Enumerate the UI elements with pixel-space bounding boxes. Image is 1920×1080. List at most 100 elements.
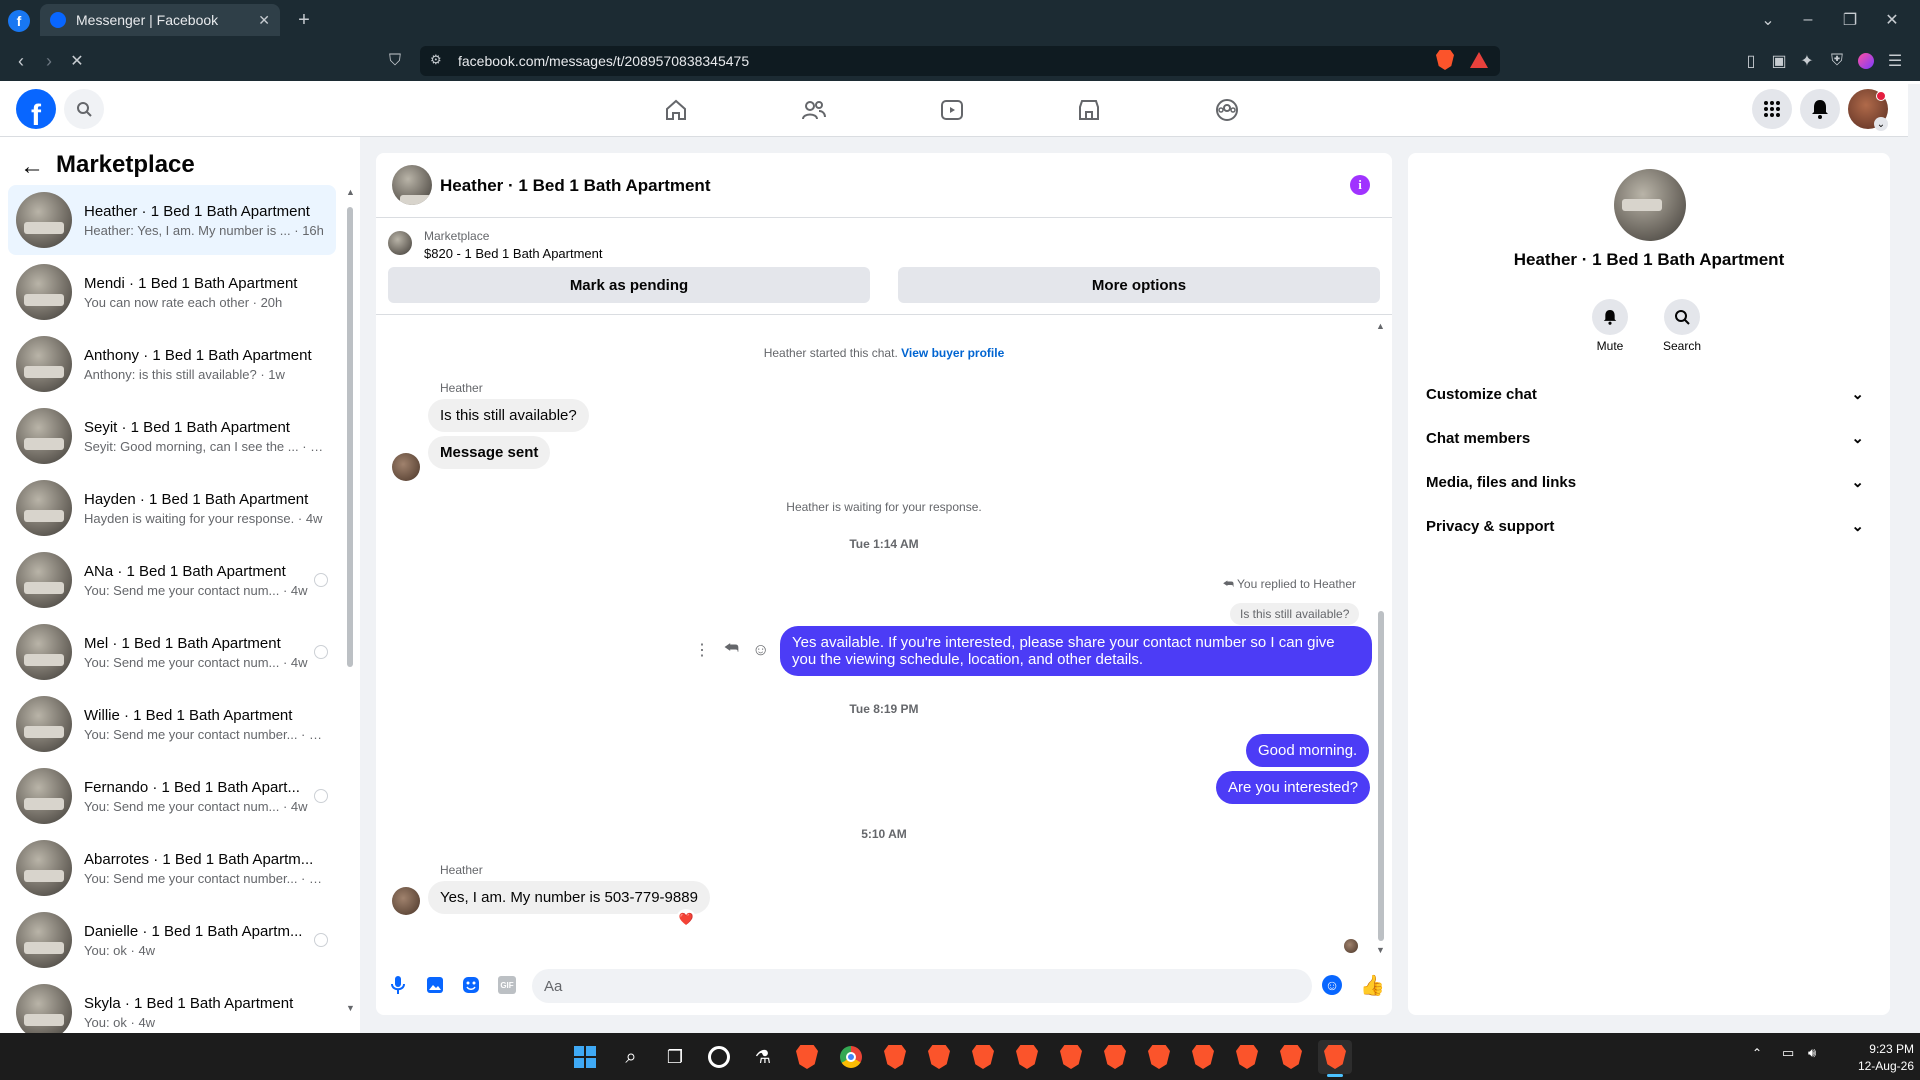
conversation-item[interactable]: Anthony · 1 Bed 1 Bath Apartment Anthony:… <box>8 329 336 399</box>
network-icon[interactable]: ▭ <box>1782 1045 1794 1061</box>
vpn-icon[interactable]: ⛨ <box>1826 50 1848 72</box>
heather-avatar[interactable] <box>392 887 420 915</box>
task-view-icon[interactable]: ❐ <box>658 1040 692 1074</box>
brave-taskbar-icon[interactable] <box>1274 1040 1308 1074</box>
outgoing-message[interactable]: Are you interested? <box>1216 771 1371 804</box>
sidebar-toggle-icon[interactable]: ▯ <box>1740 50 1762 72</box>
scroll-down-icon[interactable]: ▼ <box>1376 945 1385 955</box>
voice-clip-icon[interactable] <box>390 975 406 1000</box>
info-icon[interactable]: i <box>1350 175 1370 195</box>
site-settings-icon[interactable]: ⚙ <box>430 52 442 68</box>
brave-taskbar-icon[interactable] <box>922 1040 956 1074</box>
minimize-icon[interactable]: – <box>1796 8 1820 32</box>
app-icon[interactable]: ⚗ <box>746 1040 780 1074</box>
brave-taskbar-icon[interactable] <box>1098 1040 1132 1074</box>
brave-taskbar-icon[interactable] <box>1230 1040 1264 1074</box>
conversation-item[interactable]: Mel · 1 Bed 1 Bath Apartment You: Send me… <box>8 617 336 687</box>
heart-reaction-icon[interactable]: ❤️ <box>676 909 696 929</box>
restore-icon[interactable]: ❐ <box>1838 8 1862 32</box>
address-bar[interactable]: ⚙ facebook.com/messages/t/20895708383454… <box>420 46 1500 76</box>
conversation-item[interactable]: Mendi · 1 Bed 1 Bath Apartment You can no… <box>8 257 336 327</box>
conversation-item[interactable]: Seyit · 1 Bed 1 Bath Apartment Seyit: Goo… <box>8 401 336 471</box>
customize-chat-section[interactable]: Customize chat ⌄ <box>1424 374 1874 414</box>
reply-action-icon[interactable]: ⮪ <box>724 640 739 658</box>
outgoing-message[interactable]: Yes available. If you're interested, ple… <box>780 626 1372 676</box>
tray-chevron-icon[interactable]: ⌃ <box>1752 1046 1762 1060</box>
profile-browser-icon[interactable] <box>1858 53 1874 69</box>
tab-list-chevron-icon[interactable]: ⌄ <box>1756 8 1780 32</box>
taskbar-date[interactable]: 12-Aug-26 <box>1836 1059 1914 1073</box>
privacy-support-section[interactable]: Privacy & support ⌄ <box>1424 506 1874 546</box>
scroll-down-icon[interactable]: ▼ <box>346 1003 355 1013</box>
brave-taskbar-icon[interactable] <box>1142 1040 1176 1074</box>
forward-icon[interactable]: › <box>38 50 60 72</box>
conversation-item[interactable]: ANa · 1 Bed 1 Bath Apartment You: Send me… <box>8 545 336 615</box>
facebook-tab-icon[interactable]: f <box>8 10 30 32</box>
brave-taskbar-icon[interactable] <box>1054 1040 1088 1074</box>
back-arrow-icon[interactable]: ← <box>20 153 44 181</box>
emoji-icon[interactable]: ☺ <box>1322 975 1342 995</box>
conversation-item[interactable]: Hayden · 1 Bed 1 Bath Apartment Hayden is… <box>8 473 336 543</box>
stop-loading-icon[interactable]: ✕ <box>66 50 88 72</box>
message-input[interactable]: Aa <box>532 969 1312 1003</box>
chat-header-title[interactable]: Heather · 1 Bed 1 Bath Apartment <box>440 176 710 196</box>
new-tab-icon[interactable]: + <box>292 8 316 32</box>
leo-ai-icon[interactable]: ✦ <box>1796 50 1818 72</box>
incoming-message[interactable]: Yes, I am. My number is 503-779-9889 <box>428 881 710 914</box>
volume-icon[interactable]: 🔊︎ <box>1808 1045 1816 1061</box>
back-icon[interactable]: ‹ <box>10 50 32 72</box>
account-chevron-icon[interactable]: ⌄ <box>1874 117 1888 131</box>
search-button[interactable] <box>64 89 104 129</box>
start-icon[interactable] <box>568 1040 602 1074</box>
sidebar-scroll-thumb[interactable] <box>347 207 353 667</box>
sticker-icon[interactable] <box>462 976 480 999</box>
search-in-chat-button[interactable] <box>1664 299 1700 335</box>
chrome-taskbar-icon[interactable] <box>834 1040 868 1074</box>
brave-taskbar-icon[interactable] <box>878 1040 912 1074</box>
mute-button[interactable] <box>1592 299 1628 335</box>
gif-icon[interactable]: GIF <box>498 976 516 994</box>
scroll-up-icon[interactable]: ▲ <box>346 187 355 197</box>
page-scrollbar[interactable] <box>1908 84 1920 1034</box>
more-actions-icon[interactable]: ⋮ <box>694 640 710 660</box>
chat-header-avatar[interactable] <box>392 165 432 205</box>
chat-scrollbar[interactable]: ▲ ▼ <box>1376 321 1386 961</box>
conversation-item[interactable]: Abarrotes · 1 Bed 1 Bath Apartm... You: S… <box>8 833 336 903</box>
view-buyer-profile-link[interactable]: View buyer profile <box>901 346 1004 360</box>
brave-taskbar-icon[interactable] <box>1186 1040 1220 1074</box>
photo-icon[interactable] <box>426 976 444 999</box>
brave-taskbar-icon[interactable] <box>966 1040 1000 1074</box>
browser-tab[interactable]: Messenger | Facebook ✕ <box>40 4 280 36</box>
mark-as-pending-button[interactable]: Mark as pending <box>388 267 870 303</box>
brave-taskbar-icon-active[interactable] <box>1318 1040 1352 1074</box>
close-tab-icon[interactable]: ✕ <box>258 12 270 29</box>
react-emoji-icon[interactable]: ☺ <box>752 640 769 660</box>
listing-detail[interactable]: $820 - 1 Bed 1 Bath Apartment <box>424 246 603 261</box>
notifications-button[interactable] <box>1800 89 1840 129</box>
taskbar-search-icon[interactable]: ⌕ <box>614 1040 648 1074</box>
quoted-message[interactable]: Is this still available? <box>1230 603 1360 625</box>
conversation-item[interactable]: Danielle · 1 Bed 1 Bath Apartm... You: ok… <box>8 905 336 975</box>
listing-thumbnail[interactable] <box>388 231 412 255</box>
conversation-item[interactable]: Willie · 1 Bed 1 Bath Apartment You: Send… <box>8 689 336 759</box>
nav-marketplace[interactable] <box>1033 90 1145 130</box>
brave-taskbar-icon[interactable] <box>790 1040 824 1074</box>
more-options-button[interactable]: More options <box>898 267 1380 303</box>
nav-groups[interactable] <box>1171 90 1283 130</box>
details-avatar[interactable] <box>1614 169 1686 241</box>
facebook-logo-icon[interactable]: f <box>16 89 56 129</box>
chat-scroll-thumb[interactable] <box>1378 611 1384 941</box>
taskbar-time[interactable]: 9:23 PM <box>1836 1042 1914 1056</box>
conversation-item[interactable]: Heather · 1 Bed 1 Bath Apartment Heather:… <box>8 185 336 255</box>
nav-video[interactable] <box>896 90 1008 130</box>
incoming-message[interactable]: Is this still available? <box>428 399 589 432</box>
browser-menu-icon[interactable]: ☰ <box>1884 50 1906 72</box>
heather-avatar[interactable] <box>392 453 420 481</box>
brave-rewards-icon[interactable] <box>1470 52 1488 68</box>
sidebar-scrollbar[interactable]: ▲ ▼ <box>346 187 355 1017</box>
outgoing-message[interactable]: Good morning. <box>1246 734 1370 767</box>
menu-button[interactable] <box>1752 89 1792 129</box>
nav-friends[interactable] <box>758 90 870 130</box>
chat-members-section[interactable]: Chat members ⌄ <box>1424 418 1874 458</box>
wallet-icon[interactable]: ▣ <box>1768 50 1790 72</box>
